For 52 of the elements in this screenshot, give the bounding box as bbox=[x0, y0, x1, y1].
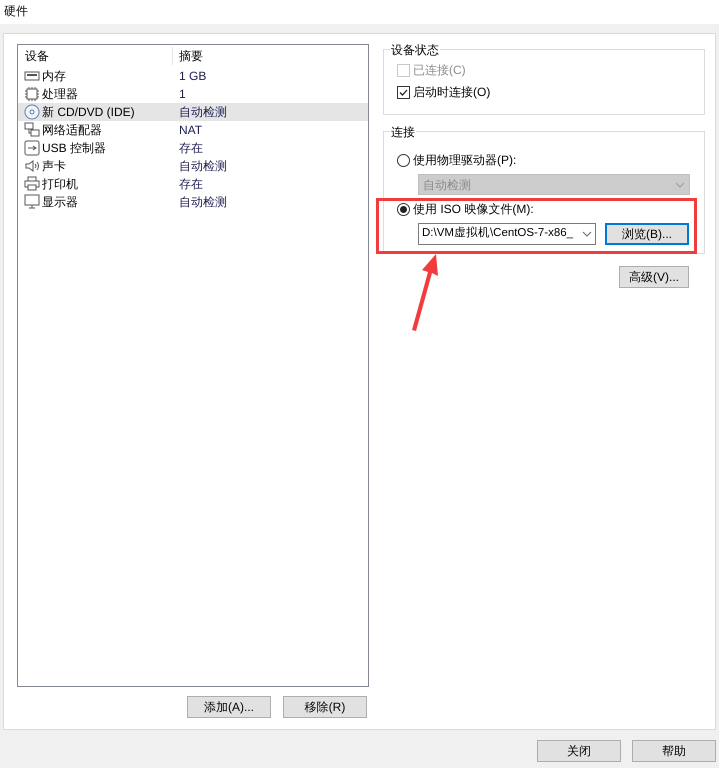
device-row[interactable]: 内存 1 GB bbox=[18, 67, 368, 85]
device-summary: 自动检测 bbox=[178, 194, 227, 211]
monitor-icon bbox=[24, 194, 40, 210]
dialog-button[interactable]: 关闭 bbox=[537, 740, 621, 762]
chevron-icon bbox=[675, 182, 685, 188]
device-row[interactable]: 网络适配器 NAT bbox=[18, 121, 368, 139]
device-summary: 1 GB bbox=[178, 68, 206, 85]
column-header[interactable]: 摘要 bbox=[173, 47, 203, 65]
usb-icon bbox=[24, 140, 40, 156]
device-summary: 存在 bbox=[178, 140, 203, 157]
device-row[interactable]: 显示器 自动检测 bbox=[18, 193, 368, 211]
checkbox[interactable] bbox=[397, 86, 410, 98]
window-title: 硬件 bbox=[4, 4, 28, 18]
group-title: 连接 bbox=[390, 123, 416, 141]
network-icon bbox=[24, 122, 40, 138]
device-name: 新 CD/DVD (IDE) bbox=[42, 104, 135, 121]
group-title: 设备状态 bbox=[390, 41, 440, 59]
radio-label: 使用 ISO 映像文件(M): bbox=[413, 201, 534, 218]
device-name: 显示器 bbox=[42, 194, 78, 211]
checkbox-label: 已连接(C) bbox=[413, 62, 466, 79]
list-action-button[interactable]: 添加(A)... bbox=[187, 696, 271, 718]
device-summary: 自动检测 bbox=[178, 104, 227, 121]
device-row[interactable]: 打印机 存在 bbox=[18, 175, 368, 193]
iso-path-dropdown[interactable]: D:\VM虚拟机\CentOS-7-x86_ bbox=[418, 223, 596, 245]
printer-icon bbox=[24, 176, 40, 192]
device-name: 声卡 bbox=[42, 158, 66, 175]
chip-icon bbox=[24, 86, 40, 102]
radio-button[interactable] bbox=[397, 154, 410, 166]
radio-button[interactable] bbox=[397, 202, 410, 216]
radio-label: 使用物理驱动器(P): bbox=[413, 152, 516, 169]
device-name: 内存 bbox=[42, 68, 66, 85]
device-name: 网络适配器 bbox=[42, 122, 102, 139]
device-name: 处理器 bbox=[42, 86, 78, 103]
list-action-button[interactable]: 移除(R) bbox=[283, 696, 367, 718]
disc-icon bbox=[24, 104, 40, 120]
device-row[interactable]: USB 控制器 存在 bbox=[18, 139, 368, 157]
chevron-icon bbox=[582, 231, 592, 237]
dialog-button[interactable]: 帮助 bbox=[632, 740, 716, 762]
device-summary: 存在 bbox=[178, 176, 203, 193]
device-name: 打印机 bbox=[42, 176, 78, 193]
browse-button[interactable]: 浏览(B)... bbox=[605, 223, 689, 245]
device-row[interactable]: 处理器 1 bbox=[18, 85, 368, 103]
device-row[interactable]: 声卡 自动检测 bbox=[18, 157, 368, 175]
column-header[interactable]: 设备 bbox=[18, 47, 173, 65]
device-summary: 1 bbox=[178, 86, 186, 103]
device-row[interactable]: 新 CD/DVD (IDE) 自动检测 bbox=[18, 103, 368, 121]
device-name: USB 控制器 bbox=[42, 140, 106, 157]
advanced-button[interactable]: 高级(V)... bbox=[619, 266, 689, 288]
speaker-icon bbox=[24, 158, 40, 174]
checkbox-label: 启动时连接(O) bbox=[413, 84, 490, 101]
device-summary: NAT bbox=[178, 122, 202, 139]
device-summary: 自动检测 bbox=[178, 158, 227, 175]
